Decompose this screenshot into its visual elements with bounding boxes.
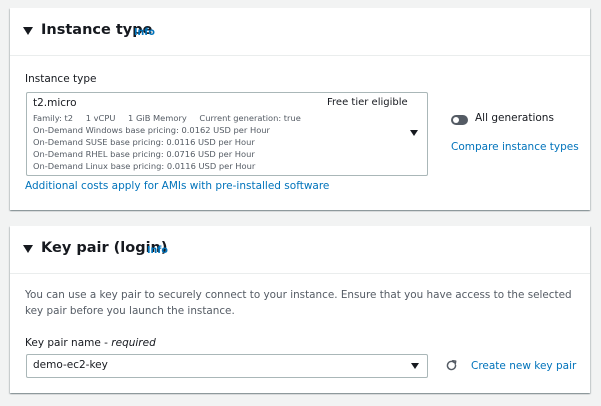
vcpu-text: 1 vCPU	[85, 113, 116, 123]
all-generations-label: All generations	[475, 112, 554, 124]
info-link[interactable]: Info	[147, 245, 168, 256]
key-pair-select[interactable]: demo-ec2-key	[26, 354, 428, 378]
pricing-suse: On-Demand SUSE base pricing: 0.0116 USD …	[33, 137, 255, 147]
family-text: Family: t2	[33, 113, 74, 123]
instance-type-header[interactable]: Instance type Info	[10, 8, 590, 56]
toggle-knob	[453, 117, 459, 123]
chevron-down-icon	[411, 363, 419, 369]
instance-specs: Family: t2 1 vCPU 1 GiB Memory Current g…	[33, 113, 311, 123]
required-text: required	[111, 337, 156, 349]
pricing-linux: On-Demand Linux base pricing: 0.0116 USD…	[33, 161, 256, 171]
instance-type-name: t2.micro	[33, 97, 77, 109]
additional-costs-link[interactable]: Additional costs apply for AMIs with pre…	[25, 180, 329, 192]
key-pair-value: demo-ec2-key	[33, 359, 108, 371]
generation-text: Current generation: true	[199, 113, 301, 123]
key-pair-description: You can use a key pair to securely conne…	[25, 289, 572, 317]
pricing-rhel: On-Demand RHEL base pricing: 0.0716 USD …	[33, 149, 255, 159]
refresh-icon[interactable]	[445, 359, 458, 372]
free-tier-badge: Free tier eligible	[327, 97, 408, 108]
instance-type-select[interactable]: t2.micro Free tier eligible Family: t2 1…	[26, 92, 428, 176]
key-pair-panel: Key pair (login) Info You can use a key …	[10, 226, 590, 393]
pricing-windows: On-Demand Windows base pricing: 0.0162 U…	[33, 125, 270, 135]
caret-down-icon[interactable]	[23, 245, 33, 253]
info-link[interactable]: Info	[134, 27, 155, 38]
chevron-down-icon	[410, 130, 418, 136]
key-pair-header[interactable]: Key pair (login) Info	[10, 226, 590, 274]
compare-instance-types-link[interactable]: Compare instance types	[451, 141, 579, 153]
all-generations-toggle[interactable]	[451, 115, 468, 125]
memory-text: 1 GiB Memory	[128, 113, 187, 123]
key-pair-label-text: Key pair name -	[25, 337, 112, 349]
instance-type-label: Instance type	[25, 73, 97, 85]
instance-type-panel: Instance type Info Instance type t2.micr…	[10, 8, 590, 210]
create-key-pair-link[interactable]: Create new key pair	[471, 360, 576, 372]
caret-down-icon[interactable]	[23, 27, 33, 35]
key-pair-name-label: Key pair name - required	[25, 337, 156, 349]
